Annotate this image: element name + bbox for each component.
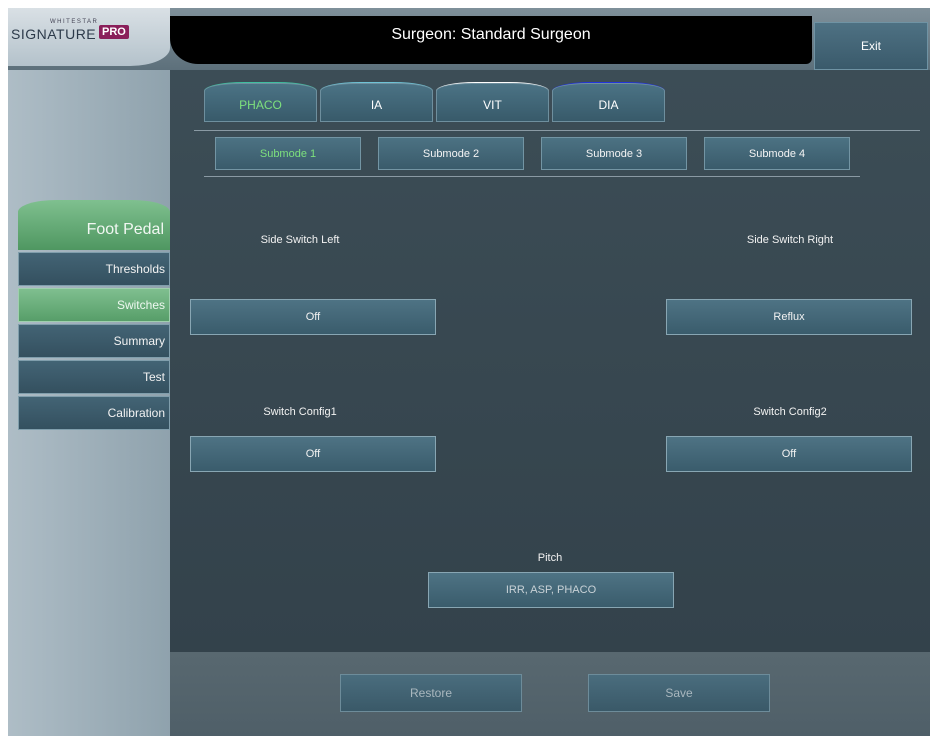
side-switch-right-label: Side Switch Right xyxy=(746,234,834,246)
pitch-label: Pitch xyxy=(537,552,563,564)
sidebar-item-test[interactable]: Test xyxy=(18,360,170,394)
foot-pedal-label: Foot Pedal xyxy=(86,221,164,238)
switch-config2-label: Switch Config2 xyxy=(753,406,827,418)
submode-3-button[interactable]: Submode 3 xyxy=(541,137,687,170)
logo-badge: PRO xyxy=(99,25,129,39)
logo-brand: WHITESTAR xyxy=(50,19,99,25)
logo: WHITESTAR SIGNATURE PRO xyxy=(8,8,170,66)
exit-button[interactable]: Exit xyxy=(814,22,928,70)
switch-config2-button[interactable]: Off xyxy=(666,436,912,472)
tab-vit[interactable]: VIT xyxy=(436,83,549,122)
foot-pedal-section: Foot Pedal xyxy=(18,200,170,250)
surgeon-title: Surgeon: Standard Surgeon xyxy=(391,26,591,43)
tab-phaco[interactable]: PHACO xyxy=(204,83,317,122)
tab-dia[interactable]: DIA xyxy=(552,83,665,122)
sidebar-item-switches[interactable]: Switches xyxy=(18,288,170,322)
sidebar-item-summary[interactable]: Summary xyxy=(18,324,170,358)
logo-name: SIGNATURE xyxy=(11,26,97,42)
switch-config1-label: Switch Config1 xyxy=(263,406,337,418)
submode-divider xyxy=(204,176,860,177)
tab-divider xyxy=(194,130,920,131)
app-window: WHITESTAR SIGNATURE PRO Surgeon: Standar… xyxy=(8,8,930,736)
sidebar-item-thresholds[interactable]: Thresholds xyxy=(18,252,170,286)
switch-config1-button[interactable]: Off xyxy=(190,436,436,472)
tab-ia[interactable]: IA xyxy=(320,83,433,122)
main-panel: PHACO IA VIT DIA Submode 1 Submode 2 Sub… xyxy=(170,70,930,652)
side-switch-left-button[interactable]: Off xyxy=(190,299,436,335)
sidebar: Foot Pedal Thresholds Switches Summary T… xyxy=(8,70,170,736)
header-bar: WHITESTAR SIGNATURE PRO Surgeon: Standar… xyxy=(8,8,930,70)
side-switch-right-button[interactable]: Reflux xyxy=(666,299,912,335)
save-button[interactable]: Save xyxy=(588,674,770,712)
submode-4-button[interactable]: Submode 4 xyxy=(704,137,850,170)
restore-button[interactable]: Restore xyxy=(340,674,522,712)
pitch-button[interactable]: IRR, ASP, PHACO xyxy=(428,572,674,608)
title-bar: Surgeon: Standard Surgeon xyxy=(170,16,812,64)
submode-1-button[interactable]: Submode 1 xyxy=(215,137,361,170)
submode-2-button[interactable]: Submode 2 xyxy=(378,137,524,170)
side-switch-left-label: Side Switch Left xyxy=(260,234,340,246)
sidebar-item-calibration[interactable]: Calibration xyxy=(18,396,170,430)
footer-bar: Restore Save xyxy=(170,652,930,736)
